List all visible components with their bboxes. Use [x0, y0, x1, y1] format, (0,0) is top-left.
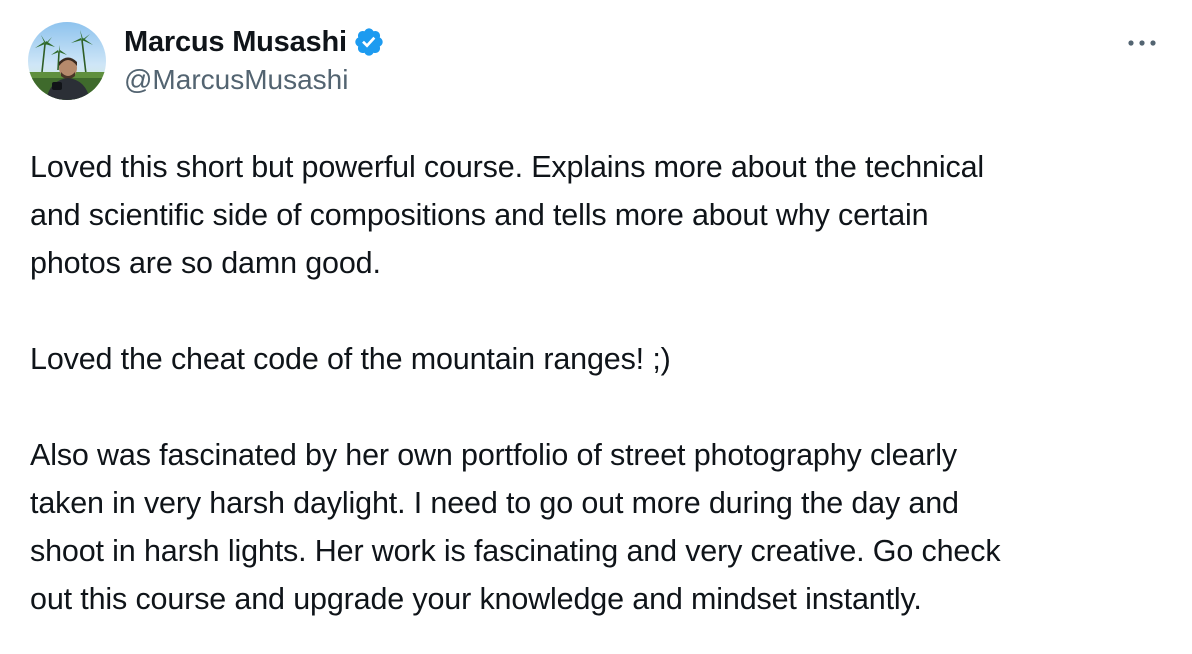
tweet-line: and scientific side of compositions and … — [30, 198, 929, 232]
tweet-line: out this course and upgrade your knowled… — [30, 582, 922, 616]
tweet-line: Loved the cheat code of the mountain ran… — [30, 342, 671, 376]
tweet-line: shoot in harsh lights. Her work is fasci… — [30, 534, 1001, 568]
tweet-paragraph: Loved the cheat code of the mountain ran… — [30, 335, 1170, 383]
tweet-line: Also was fascinated by her own portfolio… — [30, 438, 958, 472]
more-horizontal-icon[interactable] — [1122, 26, 1162, 58]
author-name-row: Marcus Musashi — [124, 24, 385, 60]
tweet-card: Marcus Musashi @MarcusMusashi Loved this… — [0, 0, 1192, 654]
tweet-line: taken in very harsh daylight. I need to … — [30, 486, 959, 520]
author-handle[interactable]: @MarcusMusashi — [124, 64, 348, 96]
tweet-line: Loved this short but powerful course. Ex… — [30, 150, 985, 184]
verified-badge-icon — [353, 26, 385, 58]
author-avatar[interactable] — [28, 22, 106, 100]
tweet-text: Loved this short but powerful course. Ex… — [30, 143, 1170, 623]
author-display-name[interactable]: Marcus Musashi — [124, 26, 347, 59]
tweet-paragraph: Also was fascinated by her own portfolio… — [30, 431, 1170, 623]
avatar-image — [28, 22, 106, 100]
tweet-paragraph: Loved this short but powerful course. Ex… — [30, 143, 1170, 287]
tweet-line: photos are so damn good. — [30, 246, 381, 280]
